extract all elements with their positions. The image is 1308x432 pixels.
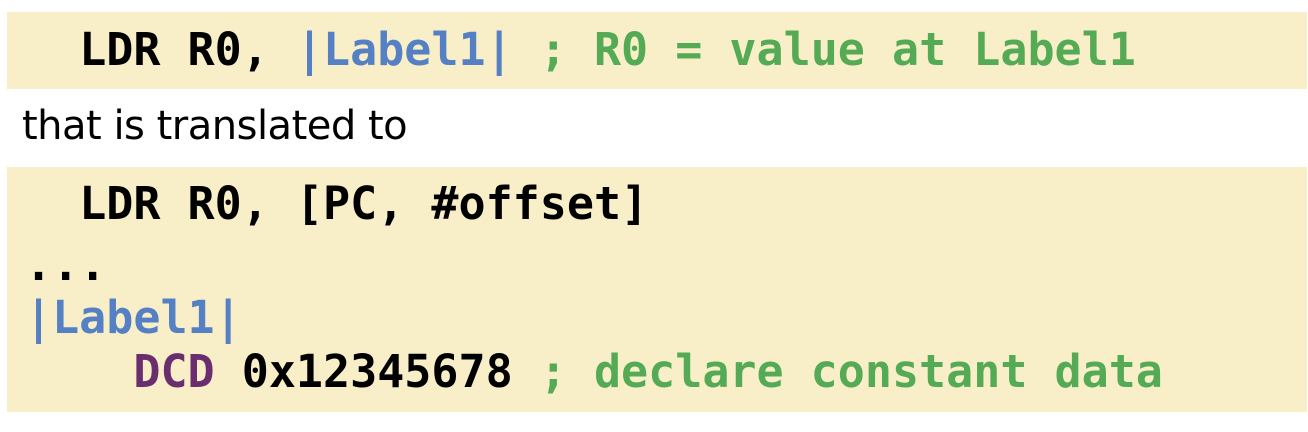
constant-value: 0x12345678: [214, 345, 513, 398]
label-definition: |Label1|: [25, 291, 242, 344]
code-comment: ; R0 = value at Label1: [512, 23, 1136, 76]
code-line-label: |Label1|: [25, 290, 242, 346]
code-block-original: LDR R0, |Label1| ; R0 = value at Label1: [7, 12, 1307, 89]
directive-keyword: DCD: [133, 345, 215, 398]
instruction-text: LDR R0,: [79, 23, 296, 76]
label-reference: |Label1|: [295, 23, 513, 76]
code-line-dcd: DCD 0x12345678 ; declare constant data: [25, 344, 1163, 400]
code-comment: ; declare constant data: [512, 345, 1163, 398]
instruction-text: LDR R0, [PC, #offset]: [79, 177, 649, 230]
code-line-ldr-pc: LDR R0, [PC, #offset]: [25, 176, 648, 232]
explanation-text: that is translated to: [22, 103, 408, 149]
code-line-ldr-label: LDR R0, |Label1| ; R0 = value at Label1: [25, 22, 1136, 78]
ellipsis-text: ...: [25, 238, 107, 291]
code-line-ellipsis: ...: [25, 237, 106, 293]
code-block-translated: LDR R0, [PC, #offset] ... |Label1| DCD 0…: [7, 167, 1307, 412]
